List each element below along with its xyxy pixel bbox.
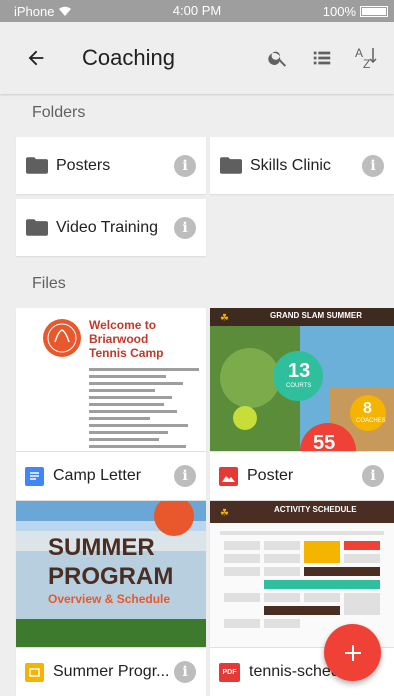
status-bar: iPhone 4:00 PM 100% bbox=[0, 0, 394, 22]
info-icon[interactable]: i bbox=[174, 216, 196, 239]
info-icon[interactable]: i bbox=[174, 154, 196, 177]
schedule-artwork: ☘ bbox=[210, 501, 394, 628]
poster-stat-coaches-value: 8 bbox=[363, 400, 372, 417]
back-arrow-icon bbox=[28, 50, 44, 66]
program-title-line2: PROGRAM bbox=[48, 563, 174, 590]
poster-stat-courts-label: COURTS bbox=[286, 383, 312, 389]
file-item-summer-program[interactable]: SUMMER PROGRAM Overview & Schedule Summe… bbox=[16, 501, 206, 696]
poster-header: GRAND SLAM SUMMER bbox=[270, 311, 362, 320]
file-footer: Camp Letter i bbox=[16, 451, 206, 500]
folder-name: Skills Clinic bbox=[250, 156, 331, 174]
image-file-icon bbox=[219, 466, 238, 486]
folder-item-posters[interactable]: Posters i bbox=[16, 137, 206, 194]
sort-az-icon: A Z bbox=[355, 46, 377, 71]
file-item-poster[interactable]: ☘ GRAND SLAM SUMMER 13 COURTS 8 COACHES … bbox=[210, 308, 394, 500]
google-slides-icon bbox=[25, 662, 44, 682]
file-name: Camp Letter bbox=[53, 467, 142, 484]
folder-item-video-training[interactable]: Video Training i bbox=[16, 199, 206, 256]
info-icon[interactable]: i bbox=[174, 465, 196, 487]
poster-stat-courts-value: 13 bbox=[288, 360, 311, 382]
app-bar: Coaching A Z bbox=[0, 22, 394, 94]
letter-heading-line: Welcome to bbox=[89, 318, 157, 332]
sort-button[interactable]: A Z bbox=[344, 36, 388, 80]
svg-text:Z: Z bbox=[363, 57, 370, 71]
svg-text:☘: ☘ bbox=[220, 508, 229, 519]
svg-text:☘: ☘ bbox=[220, 313, 229, 324]
letter-heading: Welcome to Briarwood Tennis Camp bbox=[89, 318, 163, 360]
file-name: Poster bbox=[247, 467, 294, 484]
status-time: 4:00 PM bbox=[172, 3, 222, 18]
list-view-button[interactable] bbox=[300, 36, 344, 80]
camp-logo bbox=[43, 319, 81, 357]
folder-item-skills-clinic[interactable]: Skills Clinic i bbox=[210, 137, 394, 194]
poster-thumbnail: ☘ GRAND SLAM SUMMER 13 COURTS 8 COACHES … bbox=[210, 308, 394, 451]
schedule-header: ACTIVITY SCHEDULE bbox=[274, 505, 357, 514]
plus-icon bbox=[344, 644, 361, 661]
file-footer: Summer Progr... i bbox=[16, 647, 206, 696]
battery-icon bbox=[360, 5, 388, 17]
pdf-thumbnail: ☘ ACTIVITY SCHEDULE bbox=[210, 501, 394, 647]
folder-name: Video Training bbox=[56, 218, 158, 236]
document-thumbnail: Welcome to Briarwood Tennis Camp bbox=[16, 308, 206, 451]
program-title-line1: SUMMER bbox=[48, 534, 155, 561]
google-docs-icon bbox=[25, 466, 44, 486]
file-name: Summer Progr... bbox=[53, 663, 170, 680]
folder-icon bbox=[26, 157, 48, 174]
poster-stat-value: 55 bbox=[313, 432, 336, 451]
page-title: Coaching bbox=[82, 45, 175, 70]
info-icon[interactable]: i bbox=[362, 465, 384, 487]
file-footer: Poster i bbox=[210, 451, 394, 500]
letter-heading-line: Briarwood bbox=[89, 332, 149, 346]
info-icon[interactable]: i bbox=[362, 154, 384, 177]
program-subtitle: Overview & Schedule bbox=[48, 592, 171, 606]
letter-body-text bbox=[89, 368, 199, 451]
files-section-label: Files bbox=[32, 275, 66, 292]
folder-icon bbox=[26, 219, 48, 236]
search-icon bbox=[268, 51, 287, 67]
pdf-file-icon: PDF bbox=[219, 662, 240, 682]
slides-thumbnail: SUMMER PROGRAM Overview & Schedule bbox=[16, 501, 206, 647]
letter-heading-line: Tennis Camp bbox=[89, 346, 164, 360]
add-new-button[interactable] bbox=[324, 624, 381, 681]
back-button[interactable] bbox=[8, 30, 64, 86]
search-button[interactable] bbox=[256, 36, 300, 80]
poster-stat-coaches-label: COACHES bbox=[356, 418, 386, 424]
folder-name: Posters bbox=[56, 156, 111, 174]
folders-section-label: Folders bbox=[32, 104, 86, 121]
list-view-icon bbox=[313, 51, 331, 65]
drive-screen: iPhone 4:00 PM 100% Coaching A Z Folders… bbox=[0, 0, 394, 696]
svg-text:A: A bbox=[355, 46, 363, 60]
file-item-camp-letter[interactable]: Welcome to Briarwood Tennis Camp Camp Le… bbox=[16, 308, 206, 500]
folder-icon bbox=[220, 157, 242, 174]
info-icon[interactable]: i bbox=[174, 661, 196, 683]
